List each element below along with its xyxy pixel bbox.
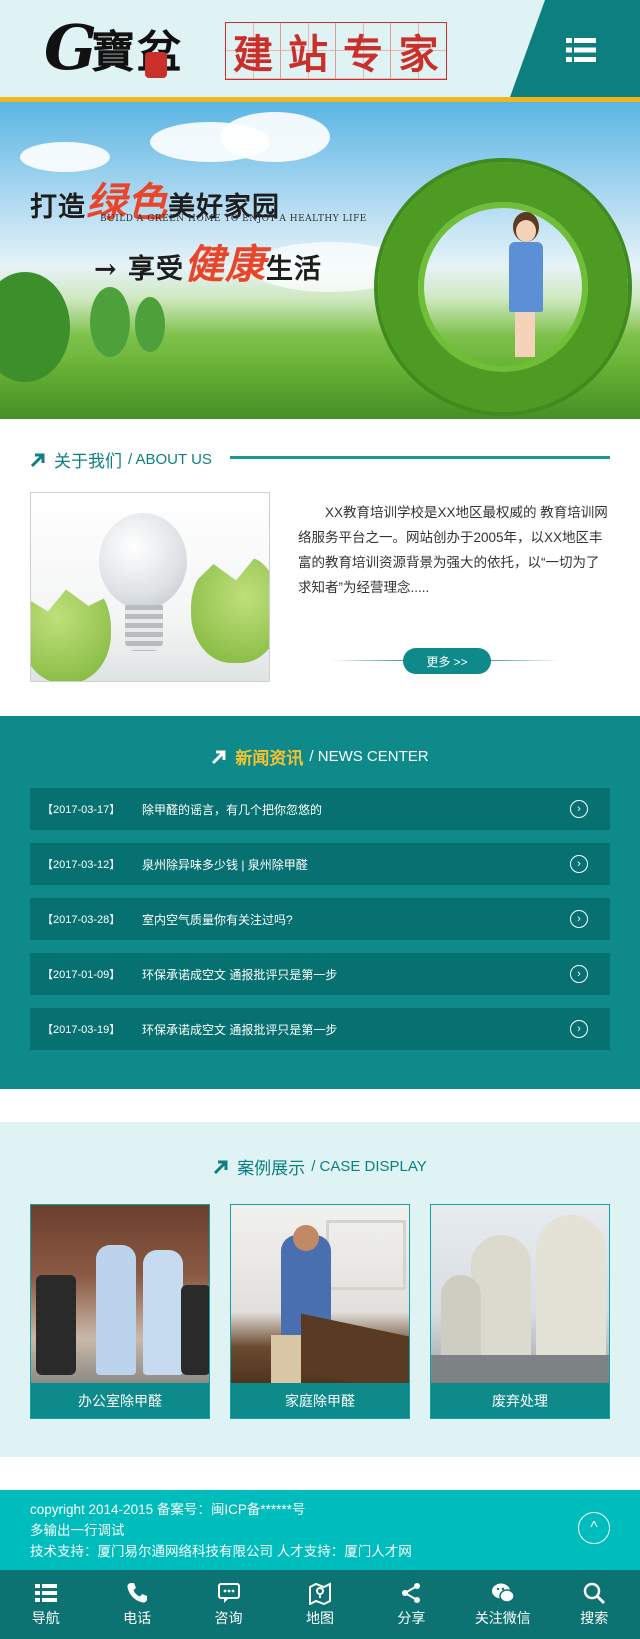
cases-heading: 案例展示 / CASE DISPLAY	[0, 1154, 640, 1179]
case-card[interactable]: 家庭除甲醛	[230, 1204, 410, 1419]
news-title-en: / NEWS CENTER	[309, 748, 429, 765]
girl-figure	[505, 212, 545, 362]
news-date: 【2017-01-09】	[42, 969, 121, 981]
news-item-title[interactable]: 泉州除异味多少钱 | 泉州除甲醛	[142, 856, 570, 873]
news-item[interactable]: 【2017-03-28】 室内空气质量你有关注过吗? ›	[30, 898, 610, 940]
news-title: 新闻资讯	[235, 749, 304, 769]
news-item[interactable]: 【2017-03-12】 泉州除异味多少钱 | 泉州除甲醛 ›	[30, 843, 610, 885]
nav-item-search[interactable]: 搜索	[549, 1570, 640, 1639]
hero-banner[interactable]: 打造绿色美好家园 BUILD A GREEN HOME TO ENJOY A H…	[0, 102, 640, 419]
footer-support: 技术支持：厦门易尔通网络科技有限公司 人才支持：厦门人才网	[30, 1544, 412, 1559]
tree	[135, 297, 165, 352]
case-image[interactable]	[431, 1205, 609, 1383]
cases-title: 案例展示	[237, 1159, 306, 1179]
banner-slogan-line2: → 享受健康生活	[94, 241, 323, 288]
case-image[interactable]	[231, 1205, 409, 1383]
banner-subtitle: BUILD A GREEN HOME TO ENJOY A HEALTHY LI…	[100, 214, 367, 224]
case-card[interactable]: 废弃处理	[430, 1204, 610, 1419]
nav-label: 地图	[305, 1610, 334, 1626]
news-section: 新闻资讯 / NEWS CENTER 【2017-03-17】 除甲醛的谣言，有…	[0, 716, 640, 1089]
share-icon	[402, 1583, 421, 1603]
about-image[interactable]	[30, 492, 270, 682]
news-item[interactable]: 【2017-01-09】 环保承诺成空文 通报批评只是第一步 ›	[30, 953, 610, 995]
news-item-title[interactable]: 环保承诺成空文 通报批评只是第一步	[142, 966, 570, 983]
phone-icon	[127, 1583, 148, 1603]
site-footer: copyright 2014-2015 备案号：闽ICP备******号 多输出…	[0, 1490, 640, 1570]
about-text: XX教育培训学校是XX地区最权威的 教育培训网络服务平台之一。网站创办于2005…	[298, 505, 608, 595]
news-item-title[interactable]: 室内空气质量你有关注过吗?	[142, 911, 570, 928]
news-item-title[interactable]: 环保承诺成空文 通报批评只是第一步	[142, 1021, 570, 1038]
cloud	[20, 142, 110, 172]
cloud	[220, 112, 330, 162]
case-label[interactable]: 办公室除甲醛	[31, 1383, 209, 1418]
about-title: 关于我们	[54, 452, 122, 472]
logo-tag-char: 专	[336, 23, 391, 79]
menu-icon	[34, 1584, 57, 1602]
nav-label: 电话	[123, 1610, 152, 1626]
news-heading: 新闻资讯 / NEWS CENTER	[0, 744, 640, 769]
logo-name: 寶盆	[90, 27, 183, 78]
bottom-nav: 导航 电话 咨询 地图 分享 关注微信 搜索	[0, 1570, 640, 1639]
news-list: 【2017-03-17】 除甲醛的谣言，有几个把你忽悠的 › 【2017-03-…	[30, 788, 610, 1063]
news-date: 【2017-03-17】	[42, 804, 121, 816]
nav-item-menu[interactable]: 导航	[0, 1570, 91, 1639]
nav-label: 关注微信	[474, 1610, 531, 1626]
arrow-up-right-icon	[30, 452, 46, 468]
nav-item-chat[interactable]: 咨询	[183, 1570, 274, 1639]
about-divider	[230, 456, 610, 459]
nav-item-phone[interactable]: 电话	[91, 1570, 182, 1639]
case-card[interactable]: 办公室除甲醛	[30, 1204, 210, 1419]
nav-item-share[interactable]: 分享	[366, 1570, 457, 1639]
about-title-en: / ABOUT US	[128, 451, 212, 468]
back-to-top-button[interactable]: ^	[578, 1512, 610, 1544]
case-label[interactable]: 废弃处理	[431, 1383, 609, 1418]
news-date: 【2017-03-19】	[42, 1024, 121, 1036]
logo-tag-char: 建	[226, 23, 281, 79]
map-icon	[308, 1582, 331, 1605]
chevron-right-icon[interactable]: ›	[570, 1020, 588, 1038]
logo-seal-icon	[144, 52, 167, 78]
nav-label: 导航	[31, 1610, 60, 1626]
wechat-icon	[491, 1583, 515, 1603]
news-date: 【2017-03-28】	[42, 914, 121, 926]
chevron-right-icon[interactable]: ›	[570, 965, 588, 983]
nav-item-wechat[interactable]: 关注微信	[457, 1570, 548, 1639]
news-item[interactable]: 【2017-03-19】 环保承诺成空文 通报批评只是第一步 ›	[30, 1008, 610, 1050]
footer-copyright: copyright 2014-2015 备案号：闽ICP备******号	[30, 1502, 306, 1517]
menu-icon[interactable]	[566, 38, 596, 62]
cases-section: 案例展示 / CASE DISPLAY 办公室除甲醛 家庭除甲醛 废弃处理	[0, 1122, 640, 1457]
grass-arch	[378, 162, 628, 412]
chat-icon	[217, 1583, 240, 1603]
arrow-up-right-icon	[213, 1159, 229, 1175]
nav-label: 搜索	[580, 1610, 609, 1626]
chevron-right-icon[interactable]: ›	[570, 910, 588, 928]
case-image[interactable]	[31, 1205, 209, 1383]
nav-label: 咨询	[214, 1610, 243, 1626]
news-item-title[interactable]: 除甲醛的谣言，有几个把你忽悠的	[142, 801, 570, 818]
footer-debug-line: 多输出一行调试	[30, 1523, 125, 1538]
logo-tagline: 建 站 专 家	[225, 22, 447, 80]
site-header: G 寶盆 建 站 专 家	[0, 0, 640, 97]
about-heading: 关于我们 / ABOUT US	[30, 447, 610, 472]
chevron-right-icon[interactable]: ›	[570, 855, 588, 873]
nav-label: 分享	[397, 1610, 426, 1626]
logo-letter: G	[44, 11, 97, 84]
nav-item-map[interactable]: 地图	[274, 1570, 365, 1639]
case-label[interactable]: 家庭除甲醛	[231, 1383, 409, 1418]
logo[interactable]: G 寶盆	[44, 11, 181, 84]
news-item[interactable]: 【2017-03-17】 除甲醛的谣言，有几个把你忽悠的 ›	[30, 788, 610, 830]
tree	[90, 287, 130, 357]
more-button[interactable]: 更多 >>	[403, 648, 491, 674]
cases-title-en: / CASE DISPLAY	[311, 1158, 427, 1175]
news-date: 【2017-03-12】	[42, 859, 121, 871]
chevron-right-icon[interactable]: ›	[570, 800, 588, 818]
logo-tag-char: 家	[391, 23, 446, 79]
search-icon	[583, 1582, 606, 1605]
logo-tag-char: 站	[281, 23, 336, 79]
arrow-up-right-icon	[211, 749, 227, 765]
